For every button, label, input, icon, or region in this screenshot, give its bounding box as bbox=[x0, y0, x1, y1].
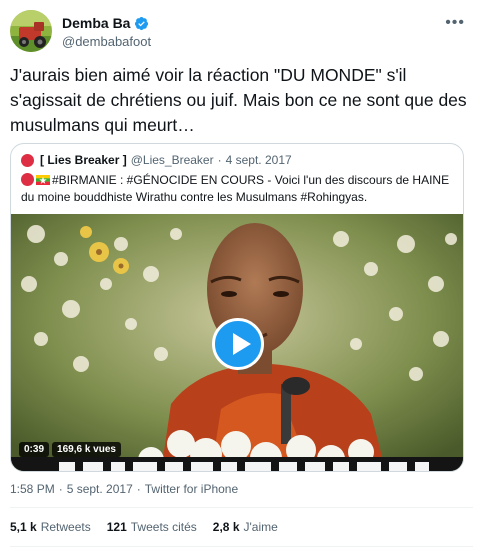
retweets-label: Retweets bbox=[40, 520, 91, 534]
quoted-header: [ Lies Breaker ] @Lies_Breaker · 4 sept.… bbox=[21, 153, 292, 167]
author-names: Demba Ba @dembabafoot bbox=[62, 15, 151, 49]
quote-tweets-label: Tweets cités bbox=[130, 520, 197, 534]
play-icon[interactable] bbox=[212, 318, 264, 370]
quoted-date[interactable]: 4 sept. 2017 bbox=[226, 153, 292, 167]
tweet: Demba Ba @dembabafoot ••• J'aurais bien … bbox=[0, 0, 483, 551]
divider bbox=[10, 546, 473, 547]
quoted-separator: · bbox=[217, 153, 222, 167]
quoted-handle[interactable]: @Lies_Breaker bbox=[131, 153, 214, 167]
video-player[interactable]: 0:39 169,6 k vues bbox=[11, 214, 463, 471]
video-duration: 0:39 bbox=[19, 442, 50, 457]
meta-separator: · bbox=[136, 482, 141, 496]
video-views: 169,6 k vues bbox=[52, 442, 121, 457]
author-handle[interactable]: @dembabafoot bbox=[62, 34, 151, 49]
quoted-text-block: #BIRMANIE : #GÉNOCIDE EN COURS - Voici l… bbox=[21, 172, 457, 206]
author-display-name[interactable]: Demba Ba bbox=[62, 15, 130, 31]
tweet-time[interactable]: 1:58 PM bbox=[10, 482, 55, 496]
myanmar-flag-emoji-icon bbox=[36, 175, 50, 185]
quoted-text: #BIRMANIE : #GÉNOCIDE EN COURS - Voici l… bbox=[21, 173, 450, 204]
avatar-image bbox=[10, 10, 52, 52]
tweet-text: J'aurais bien aimé voir la réaction "DU … bbox=[10, 65, 467, 135]
tweet-source[interactable]: Twitter for iPhone bbox=[145, 482, 238, 496]
divider bbox=[10, 507, 473, 508]
likes-label: J'aime bbox=[243, 520, 278, 534]
more-icon[interactable]: ••• bbox=[445, 14, 465, 32]
quoted-tweet[interactable]: [ Lies Breaker ] @Lies_Breaker · 4 sept.… bbox=[10, 143, 464, 472]
tweet-header: Demba Ba @dembabafoot bbox=[10, 10, 151, 56]
avatar[interactable] bbox=[10, 10, 52, 52]
red-circle-emoji-icon bbox=[21, 153, 34, 167]
quote-tweets-stat[interactable]: 121 Tweets cités bbox=[107, 520, 197, 534]
tweet-date[interactable]: 5 sept. 2017 bbox=[67, 482, 133, 496]
meta-separator: · bbox=[58, 482, 63, 496]
video-badges: 0:39 169,6 k vues bbox=[19, 442, 121, 457]
verified-badge-icon bbox=[135, 16, 149, 30]
quote-tweets-count: 121 bbox=[106, 520, 127, 534]
likes-stat[interactable]: 2,8 k J'aime bbox=[213, 520, 278, 534]
tweet-meta: 1:58 PM · 5 sept. 2017 · Twitter for iPh… bbox=[10, 482, 238, 496]
retweets-stat[interactable]: 5,1 k Retweets bbox=[10, 520, 91, 534]
retweets-count: 5,1 k bbox=[10, 520, 37, 534]
name-row: Demba Ba bbox=[62, 15, 151, 31]
likes-count: 2,8 k bbox=[212, 520, 240, 534]
tweet-stats: 5,1 k Retweets 121 Tweets cités 2,8 k J'… bbox=[10, 520, 294, 534]
red-circle-emoji-icon bbox=[21, 173, 34, 186]
quoted-display-name[interactable]: [ Lies Breaker ] bbox=[40, 153, 127, 167]
